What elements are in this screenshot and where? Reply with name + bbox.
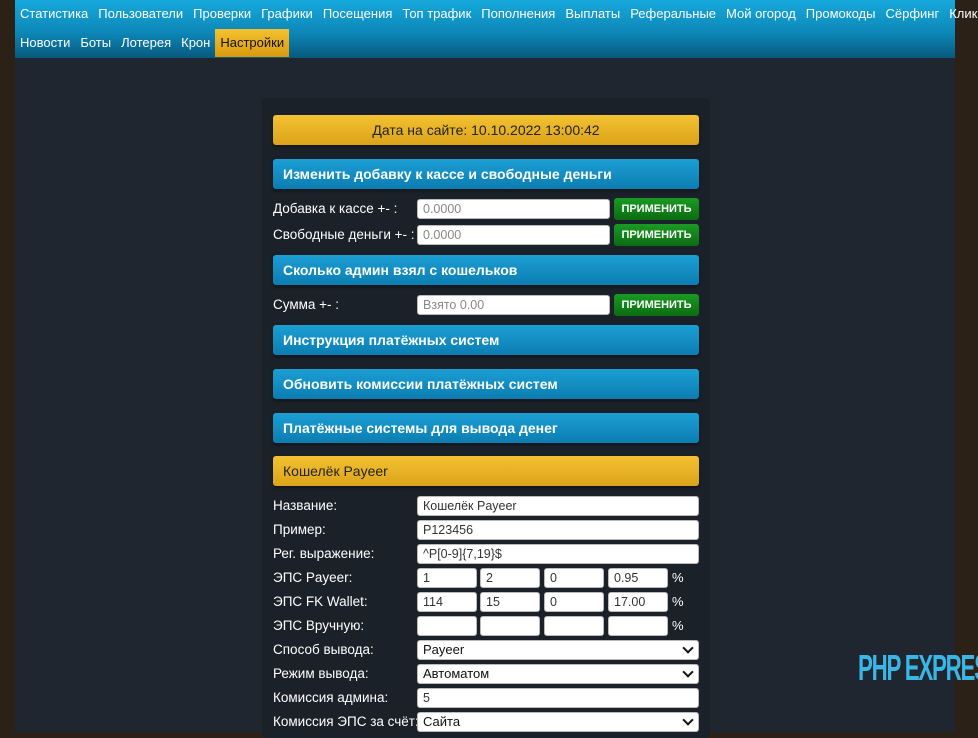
free-money-input[interactable] — [417, 225, 610, 245]
sum-label: Сумма +- : — [273, 297, 340, 312]
cash-addition-input[interactable] — [417, 199, 610, 219]
wallet-example-label: Пример: — [273, 522, 326, 537]
nav-item[interactable]: Реферальные — [625, 0, 721, 28]
nav-item[interactable]: Посещения — [318, 0, 398, 28]
sum-input[interactable] — [417, 295, 610, 315]
wallet-payeer-header[interactable]: Кошелёк Payeer — [273, 456, 699, 486]
section-withdraw-systems-header[interactable]: Платёжные системы для вывода денег — [273, 413, 699, 443]
withdraw-method-select[interactable]: Payeer — [417, 640, 699, 660]
withdraw-mode-label: Режим вывода: — [273, 666, 369, 681]
eps-fee-select[interactable]: Сайта — [417, 712, 699, 732]
eps-manual-field-3[interactable] — [544, 616, 604, 636]
withdraw-mode-select[interactable]: Автоматом — [417, 664, 699, 684]
wallet-example-input[interactable]: P123456 — [417, 520, 699, 540]
wallet-name-input[interactable]: Кошелёк Payeer — [417, 496, 699, 516]
eps-fk-field-4[interactable]: 17.00 — [608, 592, 668, 612]
apply-cash-button[interactable]: применить — [614, 198, 699, 220]
free-money-label: Свободные деньги +- : — [273, 227, 415, 242]
nav-item[interactable]: Крон — [176, 29, 215, 57]
eps-manual-field-4[interactable] — [608, 616, 668, 636]
eps-manual-label: ЭПС Вручную: — [273, 618, 365, 633]
eps-payeer-field-1[interactable]: 1 — [417, 568, 477, 588]
nav-item-settings[interactable]: Настройки — [215, 29, 290, 57]
withdraw-method-value: Payeer — [423, 642, 465, 657]
eps-payeer-field-2[interactable]: 2 — [480, 568, 540, 588]
eps-payeer-percent: % — [672, 570, 684, 585]
eps-fk-percent: % — [672, 594, 684, 609]
eps-payeer-field-4[interactable]: 0.95 — [608, 568, 668, 588]
eps-payeer-field-3[interactable]: 0 — [544, 568, 604, 588]
wallet-name-label: Название: — [273, 498, 338, 513]
nav-item[interactable]: Проверки — [188, 0, 256, 28]
eps-payeer-label: ЭПС Payeer: — [273, 570, 353, 585]
php-express-logo: PHP EXPRESS — [858, 647, 978, 688]
nav-item[interactable]: Мой огород — [721, 0, 801, 28]
section-admin-header[interactable]: Сколько админ взял с кошельков — [273, 255, 699, 285]
eps-fk-label: ЭПС FK Wallet: — [273, 594, 368, 609]
eps-fk-field-2[interactable]: 15 — [480, 592, 540, 612]
apply-sum-button[interactable]: применить — [614, 294, 699, 316]
nav-item[interactable]: Пользователи — [93, 0, 188, 28]
admin-fee-label: Комиссия админа: — [273, 690, 389, 705]
wallet-regex-label: Рег. выражение: — [273, 546, 375, 561]
eps-manual-field-1[interactable] — [417, 616, 477, 636]
nav-item[interactable]: Промокоды — [801, 0, 881, 28]
nav-row-2: Новости Боты Лотерея Крон Настройки — [15, 29, 290, 57]
nav-item[interactable]: Новости — [15, 29, 75, 57]
eps-fk-field-1[interactable]: 114 — [417, 592, 477, 612]
nav-item[interactable]: Лотерея — [116, 29, 176, 57]
nav-item[interactable]: Клики — [944, 0, 978, 28]
withdraw-mode-value: Автоматом — [423, 666, 490, 681]
nav-item[interactable]: Сёрфинг — [880, 0, 944, 28]
eps-fee-value: Сайта — [423, 714, 461, 729]
apply-free-money-button[interactable]: применить — [614, 224, 699, 246]
wallet-regex-input[interactable]: ^P[0-9]{7,19}$ — [417, 544, 699, 564]
nav-item[interactable]: Статистика — [15, 0, 93, 28]
eps-manual-percent: % — [672, 618, 684, 633]
nav-item[interactable]: Топ трафик — [397, 0, 476, 28]
cash-addition-label: Добавка к кассе +- : — [273, 201, 398, 216]
chevron-down-icon — [682, 642, 694, 654]
nav-item[interactable]: Боты — [75, 29, 116, 57]
chevron-down-icon — [682, 666, 694, 678]
eps-manual-field-2[interactable] — [480, 616, 540, 636]
section-cash-header[interactable]: Изменить добавку к кассе и свободные ден… — [273, 159, 699, 189]
nav-row-1: Статистика Пользователи Проверки Графики Пос… — [15, 0, 978, 28]
nav-item[interactable]: Графики — [256, 0, 318, 28]
site-date-banner: Дата на сайте: 10.10.2022 13:00:42 — [273, 115, 699, 145]
eps-fk-field-3[interactable]: 0 — [544, 592, 604, 612]
admin-fee-input[interactable]: 5 — [417, 688, 699, 708]
chevron-down-icon — [682, 714, 694, 726]
nav-item[interactable]: Выплаты — [560, 0, 625, 28]
top-navigation: Статистика Пользователи Проверки Графики Пос… — [15, 0, 978, 58]
eps-fee-label: Комиссия ЭПС за счёт: — [273, 714, 419, 729]
withdraw-method-label: Способ вывода: — [273, 642, 374, 657]
section-update-commissions-header[interactable]: Обновить комиссии платёжных систем — [273, 369, 699, 399]
nav-item[interactable]: Пополнения — [476, 0, 560, 28]
section-instructions-header[interactable]: Инструкция платёжных систем — [273, 325, 699, 355]
